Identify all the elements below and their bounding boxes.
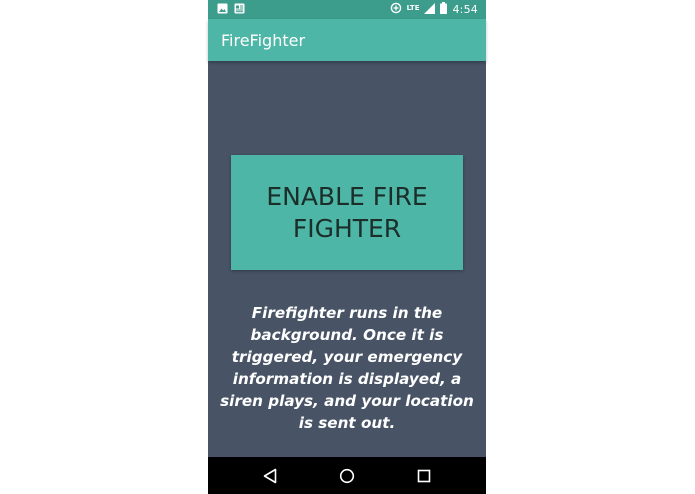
recents-icon[interactable] — [414, 466, 434, 486]
back-icon[interactable] — [260, 466, 280, 486]
status-time: 4:54 — [452, 3, 478, 16]
description-text: Firefighter runs in the background. Once… — [220, 304, 474, 432]
enable-fire-fighter-button[interactable]: ENABLE FIRE FIGHTER — [231, 155, 463, 270]
image-icon — [217, 1, 228, 19]
app-bar: FireFighter — [208, 19, 486, 61]
status-bar-notifications — [217, 3, 245, 16]
home-icon[interactable] — [337, 466, 357, 486]
app-title: FireFighter — [221, 31, 306, 50]
signal-icon — [424, 2, 436, 17]
network-type: LTE — [406, 3, 420, 12]
phone-screen: LTE 4:54 FireFighter ENABLE FIRE FIGHTER… — [208, 0, 486, 494]
battery-icon — [440, 2, 448, 17]
status-bar: LTE 4:54 — [208, 0, 486, 19]
navigation-bar — [208, 457, 486, 494]
status-bar-system: LTE 4:54 — [390, 2, 478, 17]
data-saver-icon — [390, 2, 402, 17]
news-icon — [234, 1, 245, 19]
